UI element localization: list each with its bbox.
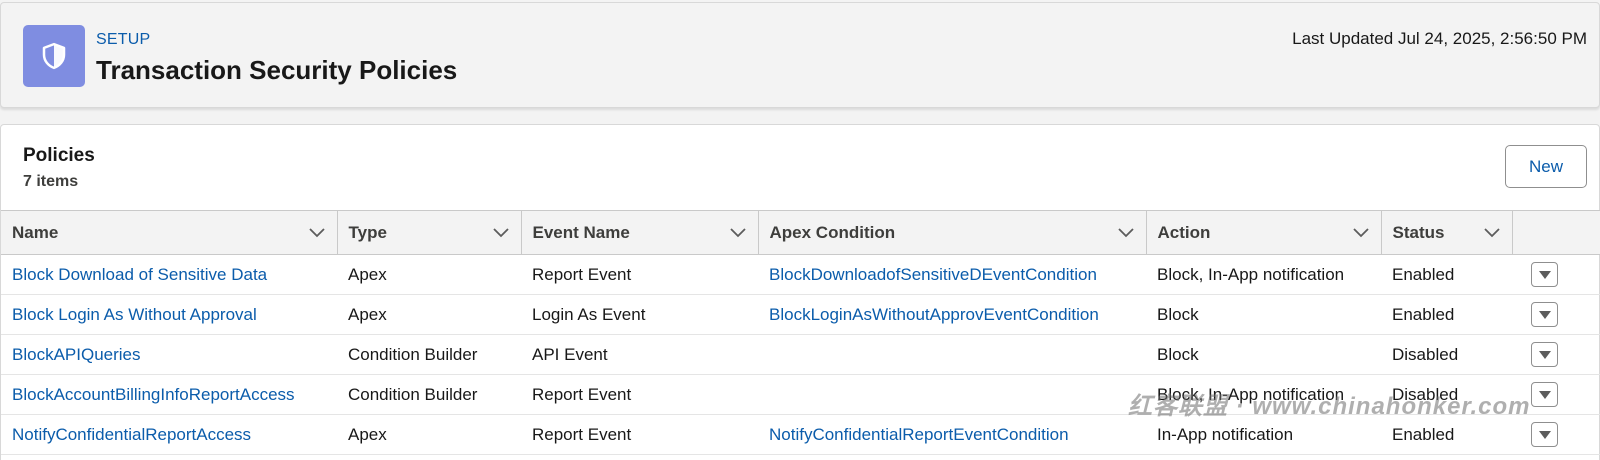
column-header-action[interactable]: Action [1145,210,1381,255]
policy-type: Apex [337,254,521,295]
table-row: Block Download of Sensitive Data Apex Re… [1,254,1600,295]
policy-status: Enabled [1381,254,1512,295]
column-header-status[interactable]: Status [1380,210,1512,255]
chevron-down-icon[interactable] [308,224,326,242]
list-title: Policies [23,145,95,166]
policy-status: Disabled [1381,374,1512,415]
policy-event: Report Event [521,414,758,455]
policy-type: Condition Builder [337,374,521,415]
shield-icon [23,25,85,87]
policy-name-link[interactable]: Block Download of Sensitive Data [12,265,267,284]
row-action-menu-button[interactable] [1531,382,1558,407]
chevron-down-icon[interactable] [1352,224,1370,242]
row-action-menu-button[interactable] [1531,342,1558,367]
caret-down-icon [1538,310,1551,319]
table-row: Block Login As Without Approval Apex Log… [1,294,1600,335]
policy-action: Block [1146,334,1381,375]
policies-table: Name Type Event Name Apex Condition Acti… [1,210,1600,455]
apex-condition-link[interactable]: BlockLoginAsWithoutApprovEventCondition [769,305,1099,324]
chevron-down-icon[interactable] [729,224,747,242]
table-header-row: Name Type Event Name Apex Condition Acti… [1,210,1600,255]
column-header-type[interactable]: Type [336,210,521,255]
policy-event: Login As Event [521,294,758,335]
column-header-label: Status [1392,222,1445,242]
chevron-down-icon[interactable] [1117,224,1135,242]
caret-down-icon [1538,390,1551,399]
column-header-label: Action [1157,222,1211,242]
policy-action: Block, In-App notification [1146,254,1381,295]
policy-action: Block, In-App notification [1146,374,1381,415]
policy-name-link[interactable]: BlockAccountBillingInfoReportAccess [12,385,295,404]
policy-action: In-App notification [1146,414,1381,455]
caret-down-icon [1538,270,1551,279]
policy-status: Enabled [1381,294,1512,335]
column-header-label: Name [12,222,59,242]
caret-down-icon [1538,350,1551,359]
chevron-down-icon[interactable] [1483,224,1501,242]
apex-condition-link[interactable]: NotifyConfidentialReportEventCondition [769,425,1069,444]
policy-status: Disabled [1381,334,1512,375]
column-header-actions [1511,210,1600,255]
policy-status: Enabled [1381,414,1512,455]
item-count: 7 items [23,173,79,190]
new-button[interactable]: New [1505,145,1587,188]
policy-action: Block [1146,294,1381,335]
column-header-label: Type [348,222,387,242]
policy-name-link[interactable]: NotifyConfidentialReportAccess [12,425,251,444]
page-title: Transaction Security Policies [96,55,458,85]
table-row: NotifyConfidentialReportAccess Apex Repo… [1,414,1600,455]
policies-card: Policies 7 items New Name Type Event Nam… [0,124,1600,460]
page-eyebrow: SETUP [96,31,151,48]
page-header: SETUP Transaction Security Policies Last… [0,2,1600,108]
column-header-label: Event Name [532,222,630,242]
policy-type: Apex [337,294,521,335]
row-action-menu-button[interactable] [1531,302,1558,327]
policy-type: Apex [337,414,521,455]
policy-event: API Event [521,334,758,375]
apex-condition-link[interactable]: BlockDownloadofSensitiveDEventCondition [769,265,1097,284]
policy-name-link[interactable]: Block Login As Without Approval [12,305,257,324]
column-header-event-name[interactable]: Event Name [520,210,758,255]
table-row: BlockAPIQueries Condition Builder API Ev… [1,334,1600,375]
column-header-name[interactable]: Name [1,210,337,255]
column-header-label: Apex Condition [769,222,896,242]
row-action-menu-button[interactable] [1531,262,1558,287]
policy-event: Report Event [521,254,758,295]
last-updated: Last Updated Jul 24, 2025, 2:56:50 PM [1292,29,1587,48]
table-row: BlockAccountBillingInfoReportAccess Cond… [1,374,1600,415]
chevron-down-icon[interactable] [492,224,510,242]
column-header-apex-condition[interactable]: Apex Condition [757,210,1146,255]
policy-name-link[interactable]: BlockAPIQueries [12,345,141,364]
policy-type: Condition Builder [337,334,521,375]
row-action-menu-button[interactable] [1531,422,1558,447]
caret-down-icon [1538,430,1551,439]
policy-event: Report Event [521,374,758,415]
